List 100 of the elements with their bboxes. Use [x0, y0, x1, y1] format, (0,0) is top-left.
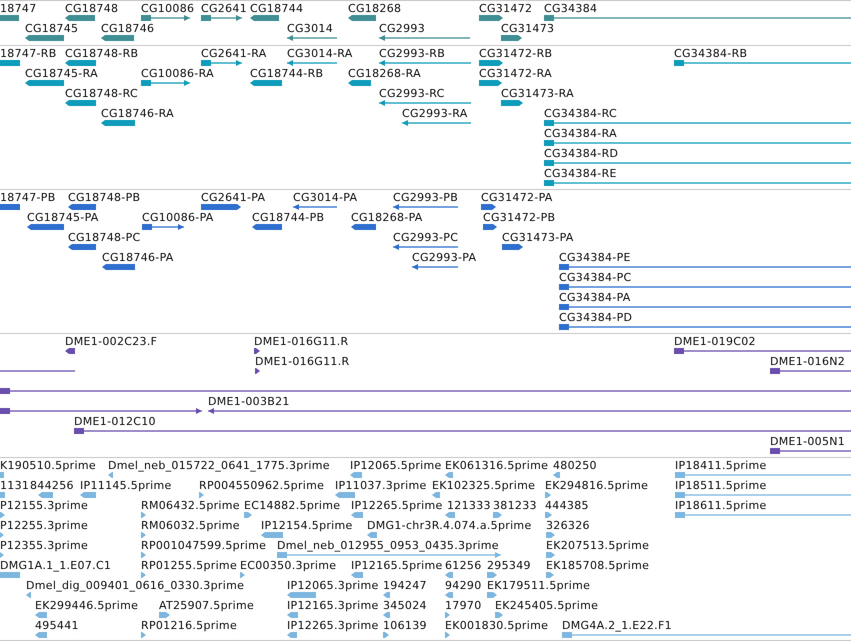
feature-glyph[interactable] — [293, 203, 337, 211]
feature-glyph[interactable] — [393, 203, 458, 211]
feature-glyph[interactable] — [770, 367, 851, 375]
feature-glyph[interactable] — [379, 34, 470, 42]
feature-glyph[interactable] — [674, 347, 851, 355]
feature-glyph[interactable] — [0, 14, 19, 22]
feature-glyph[interactable] — [674, 59, 851, 67]
feature-glyph[interactable] — [559, 323, 851, 331]
feature-glyph[interactable] — [255, 367, 260, 375]
feature-label: CG34384-RA — [544, 128, 617, 140]
feature-glyph[interactable] — [0, 203, 20, 211]
feature-label: CG2641-RA — [201, 48, 267, 60]
feature-glyph[interactable] — [0, 407, 202, 415]
feature-glyph[interactable] — [479, 79, 502, 87]
feature-label: CG34384-RB — [674, 48, 748, 60]
feature-glyph[interactable] — [65, 99, 96, 107]
feature-glyph[interactable] — [25, 34, 64, 42]
feature-glyph[interactable] — [544, 119, 851, 127]
feature-label: IP12165.3prime — [287, 600, 379, 612]
feature-label: CG18748-PC — [68, 232, 140, 244]
feature-glyph[interactable] — [142, 223, 184, 231]
feature-glyph[interactable] — [544, 139, 851, 147]
feature-label: CG18746 — [101, 23, 154, 35]
feature-glyph[interactable] — [559, 303, 851, 311]
feature-label: RM06032.5prime — [141, 520, 240, 532]
feature-glyph[interactable] — [559, 283, 851, 291]
feature-glyph[interactable] — [0, 59, 20, 67]
feature-glyph[interactable] — [483, 223, 497, 231]
feature-glyph[interactable] — [348, 79, 371, 87]
feature-glyph[interactable] — [141, 14, 190, 22]
feature-glyph[interactable] — [544, 14, 851, 22]
feature-glyph[interactable] — [287, 34, 337, 42]
feature-glyph[interactable] — [101, 34, 134, 42]
feature-glyph[interactable] — [27, 223, 64, 231]
feature-label: CG18268-PA — [351, 212, 423, 224]
feature-label: CG2993-RB — [379, 48, 446, 60]
feature-label: 94290 — [445, 580, 482, 592]
feature-glyph[interactable] — [351, 223, 376, 231]
feature-glyph[interactable] — [65, 14, 95, 22]
feature-glyph[interactable] — [74, 427, 851, 435]
feature-glyph[interactable] — [770, 447, 851, 455]
feature-glyph[interactable] — [412, 263, 458, 271]
feature-label: 381233 — [493, 500, 537, 512]
feature-glyph[interactable] — [68, 203, 96, 211]
feature-glyph[interactable] — [250, 79, 282, 87]
feature-label: IP18411.5prime — [675, 460, 767, 472]
feature-label: CG18745-PA — [27, 212, 99, 224]
feature-glyph[interactable] — [25, 79, 64, 87]
feature-label: CG3014-PA — [293, 192, 358, 204]
feature-glyph[interactable] — [287, 59, 337, 67]
feature-glyph[interactable] — [379, 99, 471, 107]
feature-label: 844256 — [30, 480, 74, 492]
feature-label: EK207513.5prime — [546, 540, 650, 552]
feature-glyph[interactable] — [544, 159, 851, 167]
feature-label: IP12265.3prime — [287, 620, 379, 632]
feature-glyph[interactable] — [481, 203, 496, 211]
feature-glyph[interactable] — [101, 119, 135, 127]
feature-label: Dmel_dig_009401_0616_0330.3prime — [26, 580, 244, 592]
feature-glyph[interactable] — [393, 243, 458, 251]
feature-label: P12255.3prime — [0, 520, 88, 532]
feature-label: CG34384-RE — [544, 168, 617, 180]
feature-label: 495441 — [35, 620, 79, 632]
feature-glyph[interactable] — [479, 59, 503, 67]
feature-label: CG34384-PA — [559, 292, 631, 304]
feature-glyph[interactable] — [68, 243, 96, 251]
feature-glyph[interactable] — [0, 387, 851, 395]
feature-glyph[interactable] — [201, 203, 241, 211]
feature-glyph[interactable] — [502, 243, 523, 251]
feature-label: Dmel_neb_015722_0641_1775.3prime — [108, 460, 330, 472]
feature-glyph[interactable] — [65, 59, 96, 67]
feature-glyph[interactable] — [254, 347, 260, 355]
feature-label: CG2993-RC — [379, 88, 445, 100]
feature-label: Dmel_neb_012955_0953_0435.3prime — [277, 540, 499, 552]
feature-glyph[interactable] — [250, 14, 279, 22]
feature-glyph[interactable] — [201, 59, 242, 67]
feature-label: CG18748-RB — [65, 48, 138, 60]
feature-glyph[interactable] — [379, 59, 471, 67]
feature-glyph[interactable] — [559, 263, 851, 271]
feature-label: EK061316.5prime — [445, 460, 548, 472]
feature-label: IP12154.5prime — [261, 520, 353, 532]
feature-glyph[interactable] — [201, 14, 242, 22]
feature-label: CG3014 — [287, 23, 333, 35]
feature-label: CG31473 — [501, 23, 554, 35]
feature-label: CG18744-RB — [250, 68, 324, 80]
feature-glyph[interactable] — [208, 407, 851, 415]
feature-label: IP18611.5prime — [675, 500, 767, 512]
feature-glyph[interactable] — [141, 79, 190, 87]
feature-glyph[interactable] — [65, 347, 75, 355]
feature-glyph[interactable] — [402, 119, 471, 127]
feature-glyph[interactable] — [501, 99, 523, 107]
feature-glyph[interactable] — [479, 14, 503, 22]
feature-glyph[interactable] — [501, 34, 522, 42]
feature-label: DME1-016N2 — [770, 356, 846, 368]
feature-label: EK245405.5prime — [495, 600, 598, 612]
feature-glyph[interactable] — [348, 14, 376, 22]
feature-glyph[interactable] — [544, 179, 851, 187]
feature-label: CG2641 — [201, 3, 247, 15]
feature-glyph[interactable] — [252, 223, 282, 231]
feature-glyph[interactable] — [102, 263, 135, 271]
feature-label: CG18268-RA — [348, 68, 421, 80]
